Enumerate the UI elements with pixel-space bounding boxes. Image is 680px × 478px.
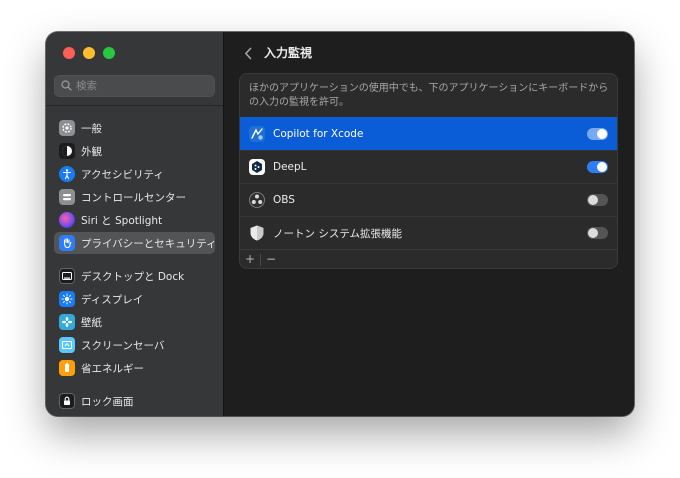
sidebar-item-siri-spotlight[interactable]: Siri と Spotlight — [54, 209, 215, 231]
window-controls — [63, 47, 115, 59]
sidebar-item-label: アクセシビリティ — [81, 168, 164, 181]
search-field[interactable] — [54, 75, 215, 97]
sidebar-item-screensaver[interactable]: スクリーンセーバ — [54, 334, 215, 356]
sidebar-item-energy-saver[interactable]: 省エネルギー — [54, 357, 215, 379]
sidebar-item-label: 壁紙 — [81, 316, 102, 329]
lock-icon — [59, 393, 75, 409]
app-name: ノートン システム拡張機能 — [273, 227, 403, 240]
add-app-button[interactable]: + — [240, 250, 260, 268]
sidebar-item-accessibility[interactable]: アクセシビリティ — [54, 163, 215, 185]
wallpaper-icon — [59, 314, 75, 330]
sidebar-item-label: コントロールセンター — [81, 191, 186, 204]
close-button[interactable] — [63, 47, 75, 59]
add-remove-bar: + − — [240, 249, 617, 268]
app-name: DeepL — [273, 161, 307, 173]
app-name: OBS — [273, 194, 295, 206]
toggle-knob — [597, 129, 607, 139]
back-button[interactable] — [240, 44, 256, 62]
sidebar: 一般 外観 アクセシビリティ コントロールセンター Siri と Spotlig… — [46, 32, 224, 416]
sidebar-item-label: デスクトップと Dock — [81, 270, 185, 283]
page-title: 入力監視 — [264, 46, 313, 60]
sidebar-item-general[interactable]: 一般 — [54, 117, 215, 139]
permission-description: ほかのアプリケーションの使用中でも、下のアプリケーションにキーボードからの入力の… — [249, 83, 609, 108]
obs-icon — [248, 191, 266, 209]
sidebar-item-control-center[interactable]: コントロールセンター — [54, 186, 215, 208]
copilot-for-xcode-toggle[interactable] — [587, 128, 608, 140]
sidebar-item-label: ロック画面 — [81, 395, 134, 408]
display-icon — [59, 291, 75, 307]
toggle-knob — [588, 228, 598, 238]
accessibility-icon — [59, 166, 75, 182]
app-row-copilot-for-xcode[interactable]: Copilot for Xcode — [240, 117, 617, 150]
desktop-dock-icon — [59, 268, 75, 284]
sidebar-item-appearance[interactable]: 外観 — [54, 140, 215, 162]
sidebar-item-label: 外観 — [81, 145, 102, 158]
sidebar-item-label: Siri と Spotlight — [81, 214, 163, 227]
search-input[interactable] — [76, 75, 208, 97]
sidebar-divider — [46, 105, 223, 106]
app-list-panel: ほかのアプリケーションの使用中でも、下のアプリケーションにキーボードからの入力の… — [240, 74, 617, 268]
sidebar-item-label: ディスプレイ — [81, 293, 144, 306]
deepl-toggle[interactable] — [587, 161, 608, 173]
minimize-button[interactable] — [83, 47, 95, 59]
app-name: Copilot for Xcode — [273, 128, 364, 140]
settings-window: 一般 外観 アクセシビリティ コントロールセンター Siri と Spotlig… — [46, 32, 634, 416]
sidebar-item-label: スクリーンセーバ — [81, 339, 165, 352]
screensaver-icon — [59, 337, 75, 353]
search-icon — [61, 80, 72, 91]
battery-icon — [59, 360, 75, 376]
sidebar-item-desktop-dock[interactable]: デスクトップと Dock — [54, 265, 215, 287]
sidebar-item-label: 省エネルギー — [81, 362, 144, 375]
app-row-norton-system-extension[interactable]: ノートン システム拡張機能 — [240, 216, 617, 249]
toggle-knob — [588, 195, 598, 205]
app-row-deepl[interactable]: DeepL — [240, 150, 617, 183]
norton-system-extension-toggle[interactable] — [587, 227, 608, 239]
sidebar-item-label: 一般 — [81, 122, 102, 135]
hand-icon — [59, 235, 75, 251]
zoom-button[interactable] — [103, 47, 115, 59]
norton-shield-icon — [248, 224, 266, 242]
sidebar-item-privacy-security[interactable]: プライバシーとセキュリティ — [54, 232, 217, 254]
sidebar-item-lock-screen[interactable]: ロック画面 — [54, 390, 215, 412]
gear-icon — [59, 120, 75, 136]
appearance-icon — [59, 143, 75, 159]
remove-app-button[interactable]: − — [261, 250, 281, 268]
deepl-icon — [248, 158, 266, 176]
sidebar-item-label: プライバシーとセキュリティ — [81, 237, 217, 250]
copilot-icon — [248, 125, 266, 143]
toggle-knob — [597, 162, 607, 172]
control-center-icon — [59, 189, 75, 205]
obs-toggle[interactable] — [587, 194, 608, 206]
sidebar-item-display[interactable]: ディスプレイ — [54, 288, 215, 310]
siri-icon — [59, 212, 75, 228]
sidebar-item-wallpaper[interactable]: 壁紙 — [54, 311, 215, 333]
app-row-obs[interactable]: OBS — [240, 183, 617, 216]
chevron-left-icon — [245, 47, 252, 59]
main-pane: 入力監視 ほかのアプリケーションの使用中でも、下のアプリケーションにキーボードか… — [224, 32, 634, 416]
